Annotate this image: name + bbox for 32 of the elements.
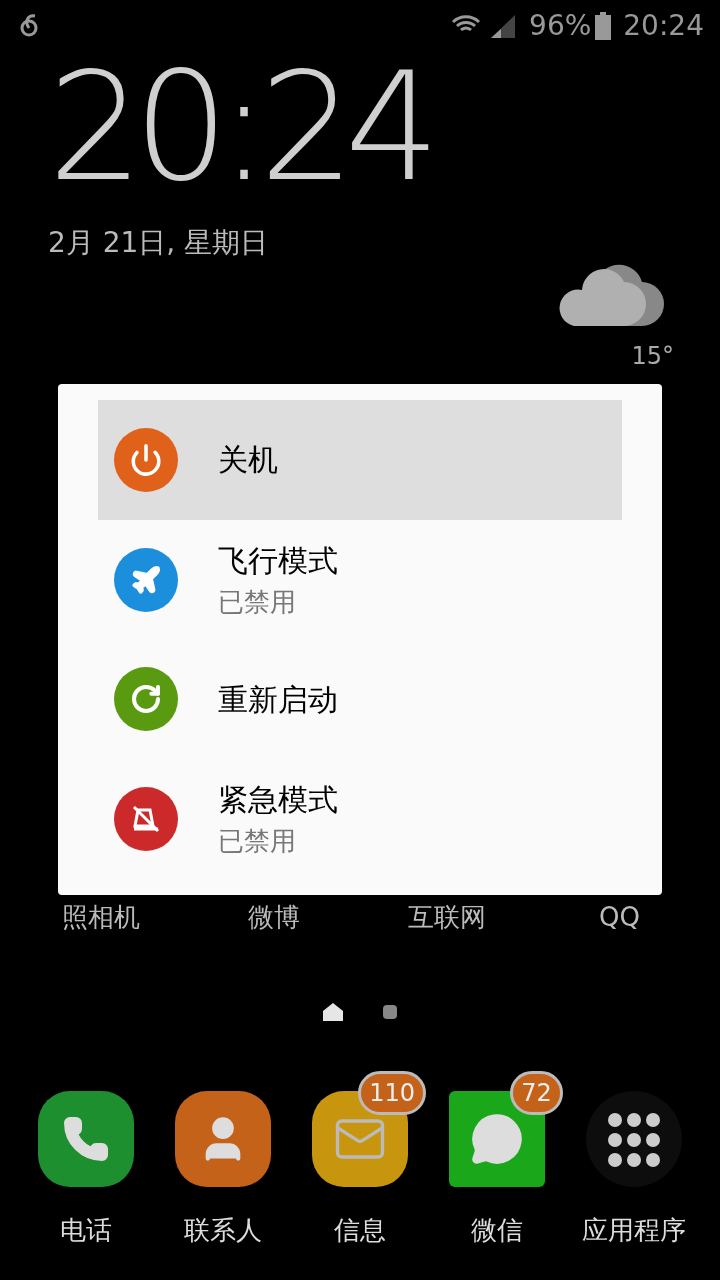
phone-icon[interactable]: [38, 1091, 135, 1187]
dock-app-label[interactable]: 联系人: [184, 1211, 263, 1250]
dock-app-label[interactable]: 电话: [60, 1211, 113, 1250]
power-menu-item[interactable]: 飞行模式 已禁用: [98, 519, 622, 640]
clock-date: 2月 21日, 星期日: [48, 225, 270, 261]
notification-badge: 110: [358, 1071, 426, 1115]
menu-item-label: 飞行模式: [218, 541, 338, 580]
page-indicator[interactable]: [383, 1005, 397, 1019]
clock-time: 20:24: [48, 52, 432, 212]
battery-icon: [595, 12, 612, 40]
notification-badge: 72: [510, 1071, 563, 1115]
app-label[interactable]: 互联网: [407, 898, 486, 937]
dock-app-label[interactable]: 信息: [334, 1211, 386, 1250]
status-time: 20:24: [623, 8, 704, 44]
power-menu-item[interactable]: 关机: [98, 400, 622, 520]
dock-app-label[interactable]: 应用程序: [581, 1211, 686, 1250]
power-menu-item[interactable]: 紧急模式 已禁用: [98, 759, 622, 879]
contact-icon[interactable]: [175, 1091, 272, 1187]
app-label[interactable]: QQ: [599, 898, 640, 937]
power-menu-item[interactable]: 重新启动: [98, 639, 622, 760]
app-label[interactable]: 微博: [247, 898, 300, 937]
menu-item-status: 已禁用: [218, 585, 297, 619]
home-page-icon[interactable]: [323, 1003, 343, 1021]
dock-app-label[interactable]: 微信: [470, 1211, 523, 1250]
menu-item-label: 紧急模式: [218, 781, 338, 820]
app-label[interactable]: 照相机: [61, 898, 140, 937]
menu-item-label: 关机: [218, 441, 278, 480]
battery-percentage: 96%: [529, 8, 592, 44]
signal-icon: [489, 13, 518, 39]
menu-item-label: 重新启动: [218, 680, 338, 719]
high-temperature: 15°: [631, 342, 674, 370]
menu-item-status: 已禁用: [218, 825, 297, 859]
